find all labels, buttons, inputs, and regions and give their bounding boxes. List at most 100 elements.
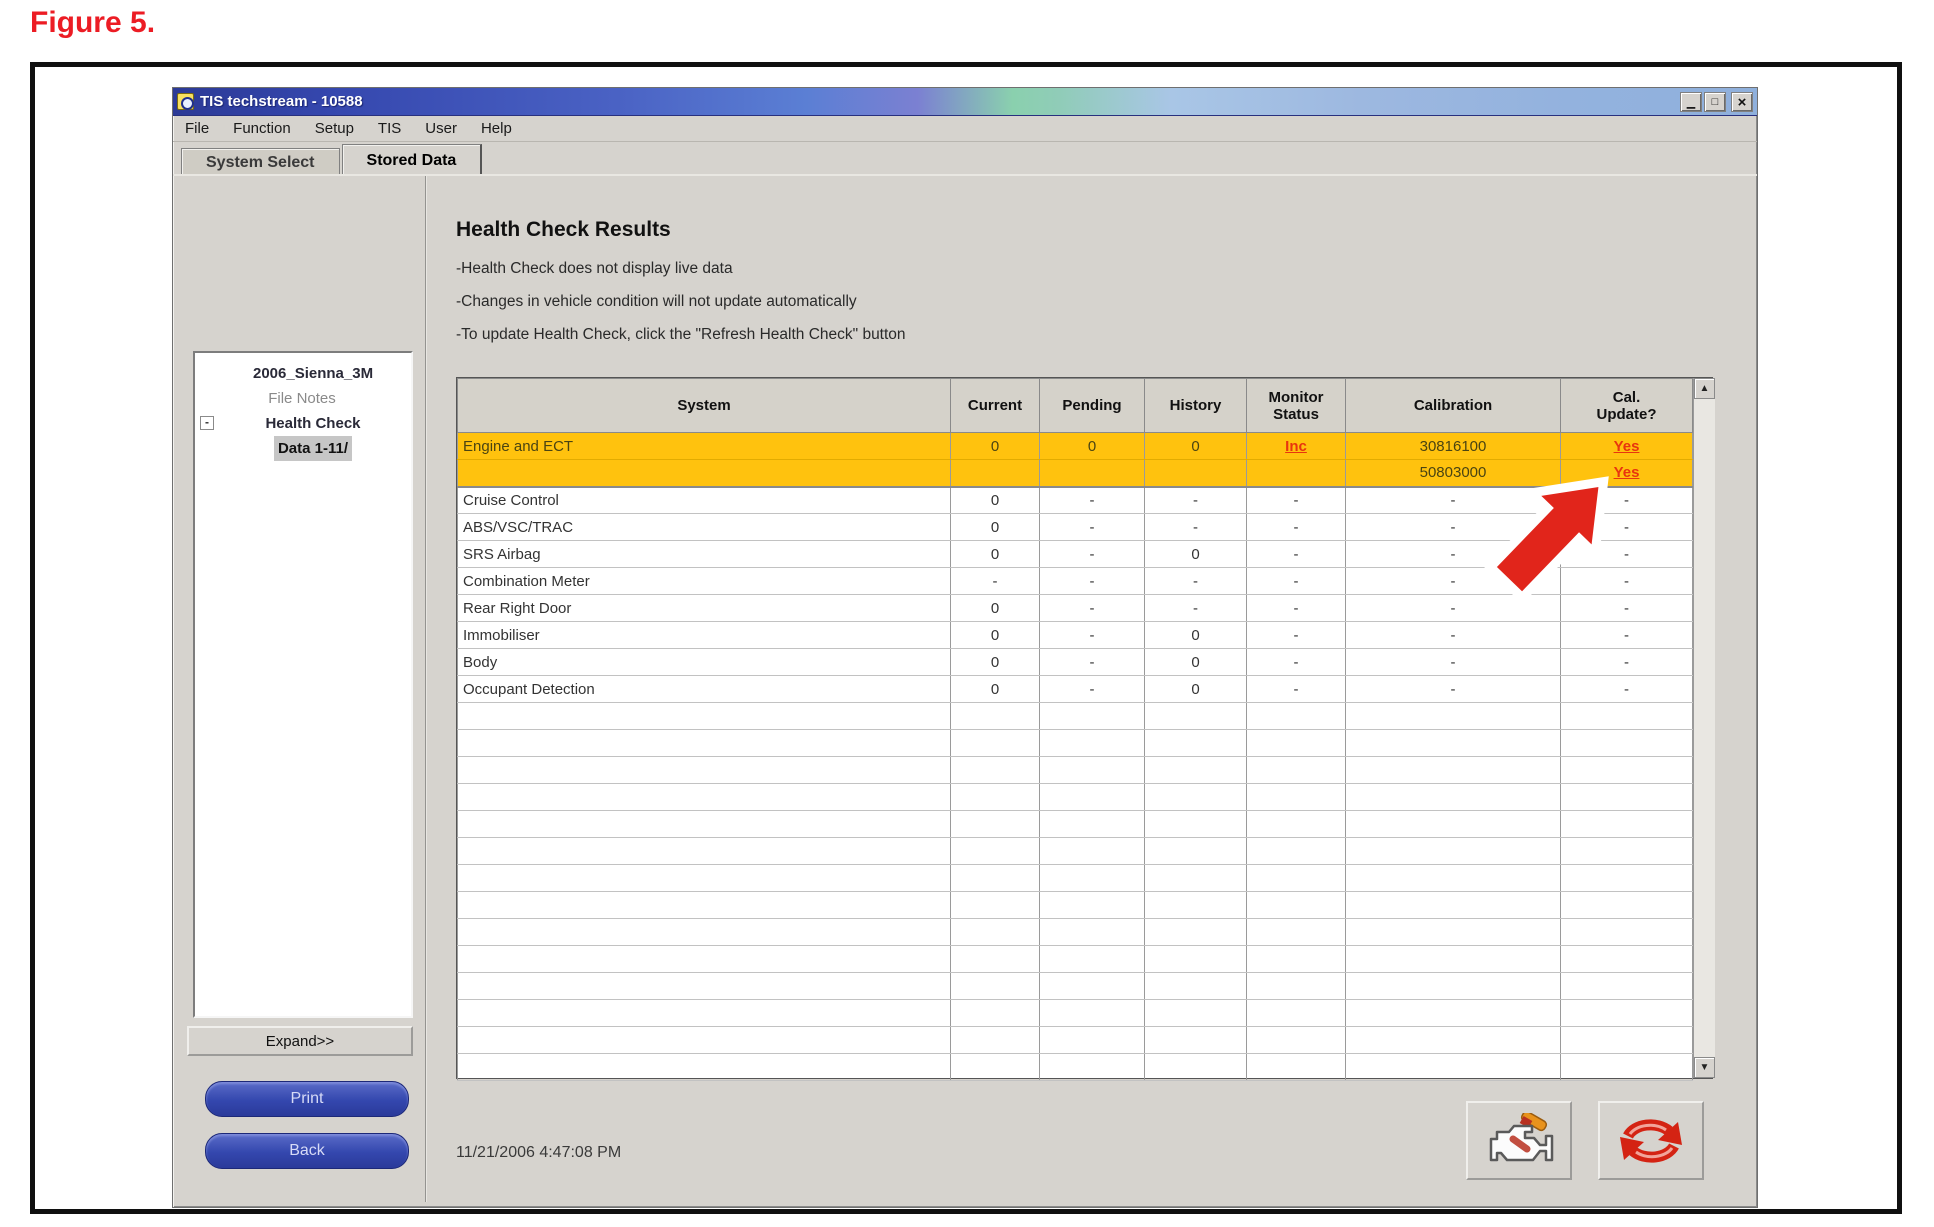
system-cell: ABS/VSC/TRAC bbox=[458, 514, 951, 541]
empty-cell bbox=[1346, 865, 1561, 892]
empty-table-row bbox=[458, 946, 1693, 973]
table-row[interactable]: Combination Meter------ bbox=[458, 568, 1693, 595]
table-row[interactable]: Engine and ECT000Inc30816100Yes bbox=[458, 433, 1693, 460]
empty-cell bbox=[1561, 730, 1693, 757]
empty-table-row bbox=[458, 1000, 1693, 1027]
empty-cell bbox=[951, 892, 1040, 919]
column-header-system: System bbox=[458, 379, 951, 433]
empty-cell bbox=[1346, 946, 1561, 973]
empty-cell bbox=[1040, 865, 1145, 892]
menu-item-setup[interactable]: Setup bbox=[315, 120, 354, 137]
system-cell: SRS Airbag bbox=[458, 541, 951, 568]
empty-cell bbox=[1145, 892, 1247, 919]
empty-cell bbox=[1247, 865, 1346, 892]
scroll-up-icon[interactable]: ▲ bbox=[1694, 378, 1715, 399]
menu-item-function[interactable]: Function bbox=[233, 120, 291, 137]
expand-button[interactable]: Expand>> bbox=[187, 1026, 413, 1056]
empty-cell bbox=[951, 973, 1040, 1000]
empty-cell bbox=[1145, 838, 1247, 865]
collapse-icon[interactable]: - bbox=[200, 416, 214, 430]
empty-cell bbox=[1247, 1027, 1346, 1054]
value-cell: - bbox=[1247, 622, 1346, 649]
value-cell: - bbox=[1040, 541, 1145, 568]
health-check-table: SystemCurrentPendingHistoryMonitor Statu… bbox=[456, 377, 1713, 1079]
table-row[interactable]: SRS Airbag0-0--- bbox=[458, 541, 1693, 568]
minimize-button[interactable]: ▁ bbox=[1680, 92, 1702, 112]
maximize-button[interactable]: □ bbox=[1704, 92, 1726, 112]
scroll-down-icon[interactable]: ▼ bbox=[1694, 1057, 1715, 1078]
menu-item-help[interactable]: Help bbox=[481, 120, 512, 137]
empty-table-row bbox=[458, 1054, 1693, 1081]
app-icon bbox=[177, 93, 194, 110]
table-row[interactable]: Body0-0--- bbox=[458, 649, 1693, 676]
menu-item-user[interactable]: User bbox=[425, 120, 457, 137]
cal-update-link[interactable]: Yes bbox=[1614, 438, 1640, 455]
value-cell: - bbox=[1346, 514, 1561, 541]
note-line: -Health Check does not display live data bbox=[456, 252, 906, 285]
empty-cell bbox=[1040, 811, 1145, 838]
table-row[interactable]: Immobiliser0-0--- bbox=[458, 622, 1693, 649]
value-cell: - bbox=[1145, 595, 1247, 622]
tree-item-data-1-11[interactable]: Data 1-11/ bbox=[195, 436, 411, 461]
table-row[interactable]: Cruise Control0----- bbox=[458, 487, 1693, 514]
tab-system-select[interactable]: System Select bbox=[181, 148, 340, 178]
empty-cell bbox=[458, 838, 951, 865]
tree-item-2006-sienna-3m[interactable]: 2006_Sienna_3M bbox=[195, 361, 411, 386]
empty-cell bbox=[1247, 1054, 1346, 1081]
tab-stored-data[interactable]: Stored Data bbox=[342, 144, 483, 176]
close-button[interactable]: × bbox=[1731, 92, 1753, 112]
cal-update-link[interactable]: Yes bbox=[1614, 464, 1640, 481]
empty-cell bbox=[458, 946, 951, 973]
value-cell: - bbox=[1040, 676, 1145, 703]
empty-cell bbox=[1145, 703, 1247, 730]
empty-cell bbox=[458, 703, 951, 730]
empty-cell bbox=[1561, 892, 1693, 919]
empty-cell bbox=[1247, 730, 1346, 757]
empty-cell bbox=[458, 919, 951, 946]
value-cell: - bbox=[1040, 595, 1145, 622]
table-row[interactable]: 50803000Yes bbox=[458, 460, 1693, 487]
empty-cell bbox=[1040, 838, 1145, 865]
tree-item-health-check[interactable]: -Health Check bbox=[195, 411, 411, 436]
table-scrollbar[interactable]: ▲ ▼ bbox=[1693, 378, 1715, 1078]
empty-cell bbox=[458, 1054, 951, 1081]
value-cell: - bbox=[1040, 649, 1145, 676]
tree-item-file-notes[interactable]: File Notes bbox=[195, 386, 411, 411]
empty-cell bbox=[1040, 1000, 1145, 1027]
file-tree: 2006_Sienna_3MFile Notes-Health CheckDat… bbox=[193, 351, 413, 1018]
screenshot-frame: TIS techstream - 10588 ▁□× File Function S… bbox=[30, 62, 1902, 1214]
health-check-button[interactable] bbox=[1466, 1101, 1572, 1180]
tree-item-label: File Notes bbox=[268, 386, 336, 411]
empty-cell bbox=[1561, 919, 1693, 946]
print-button[interactable]: Print bbox=[205, 1081, 409, 1117]
window-controls: ▁□× bbox=[1680, 92, 1753, 112]
empty-cell bbox=[1040, 1027, 1145, 1054]
system-cell: Body bbox=[458, 649, 951, 676]
empty-cell bbox=[1247, 892, 1346, 919]
empty-cell bbox=[458, 973, 951, 1000]
empty-cell bbox=[1346, 703, 1561, 730]
back-button[interactable]: Back bbox=[205, 1133, 409, 1169]
value-cell: - bbox=[1247, 487, 1346, 514]
empty-table-row bbox=[458, 811, 1693, 838]
tabbar: System SelectStored Data bbox=[173, 142, 1757, 176]
value-cell bbox=[1145, 460, 1247, 487]
empty-cell bbox=[1247, 1000, 1346, 1027]
snapshot-timestamp: 11/21/2006 4:47:08 PM bbox=[456, 1144, 621, 1162]
empty-cell bbox=[1145, 811, 1247, 838]
table-row[interactable]: Rear Right Door0----- bbox=[458, 595, 1693, 622]
value-cell: - bbox=[1247, 541, 1346, 568]
empty-table-row bbox=[458, 1027, 1693, 1054]
table-row[interactable]: Occupant Detection0-0--- bbox=[458, 676, 1693, 703]
empty-cell bbox=[1346, 919, 1561, 946]
refresh-health-check-button[interactable] bbox=[1598, 1101, 1704, 1180]
table-row[interactable]: ABS/VSC/TRAC0----- bbox=[458, 514, 1693, 541]
empty-cell bbox=[1346, 811, 1561, 838]
engine-icon bbox=[1483, 1113, 1555, 1169]
window-title: TIS techstream - 10588 bbox=[200, 93, 363, 110]
monitor-status-link[interactable]: Inc bbox=[1285, 438, 1307, 455]
menu-item-tis[interactable]: TIS bbox=[378, 120, 401, 137]
empty-cell bbox=[1145, 973, 1247, 1000]
menu-item-file[interactable]: File bbox=[185, 120, 209, 137]
empty-table-row bbox=[458, 919, 1693, 946]
